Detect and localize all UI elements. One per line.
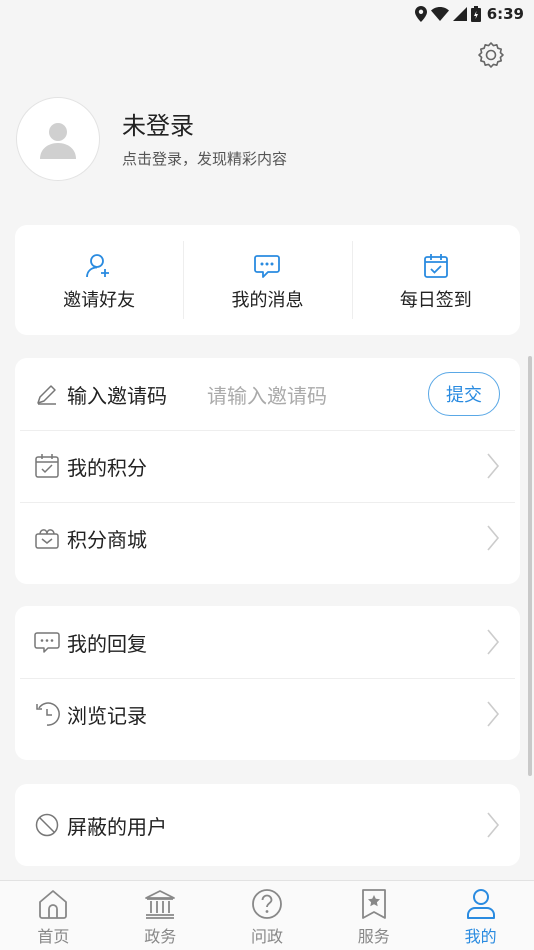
invite-code-row: 输入邀请码 请输入邀请码 提交 bbox=[15, 358, 520, 430]
avatar[interactable] bbox=[16, 97, 100, 181]
gift-icon bbox=[33, 524, 61, 552]
menu-item-points-mall[interactable]: 积分商城 bbox=[15, 502, 520, 574]
tab-home[interactable]: 首页 bbox=[0, 881, 107, 950]
profile-header[interactable]: 未登录 点击登录，发现精彩内容 bbox=[16, 96, 516, 182]
tab-services[interactable]: 服务 bbox=[320, 881, 427, 950]
pencil-icon bbox=[33, 380, 61, 408]
scrollbar[interactable] bbox=[528, 356, 532, 776]
chevron-right-icon bbox=[487, 525, 500, 551]
menu-item-label: 我的回复 bbox=[67, 631, 147, 656]
history-icon bbox=[33, 700, 61, 728]
quick-invite-friends[interactable]: 邀请好友 bbox=[15, 225, 183, 335]
invite-code-input[interactable]: 请输入邀请码 bbox=[207, 380, 327, 409]
profile-subtitle: 点击登录，发现精彩内容 bbox=[122, 149, 288, 168]
points-card: 输入邀请码 请输入邀请码 提交 我的积分 积分商城 bbox=[15, 358, 520, 584]
status-time: 6:39 bbox=[486, 5, 524, 23]
calendar-check-icon bbox=[423, 254, 448, 278]
chevron-right-icon bbox=[487, 812, 500, 838]
signal-icon bbox=[452, 7, 467, 21]
menu-item-label: 屏蔽的用户 bbox=[67, 814, 167, 839]
quick-daily-checkin[interactable]: 每日签到 bbox=[351, 225, 520, 335]
menu-item-blocked-users[interactable]: 屏蔽的用户 bbox=[15, 784, 520, 866]
block-icon bbox=[33, 811, 61, 839]
gear-icon bbox=[478, 42, 504, 68]
status-bar: 6:39 bbox=[0, 0, 534, 28]
menu-item-my-replies[interactable]: 我的回复 bbox=[15, 606, 520, 678]
tab-label: 问政 bbox=[250, 927, 283, 946]
menu-item-label: 浏览记录 bbox=[67, 703, 147, 728]
tab-label: 政务 bbox=[144, 927, 177, 946]
status-icons bbox=[414, 6, 481, 22]
submit-button[interactable]: 提交 bbox=[428, 372, 500, 416]
menu-item-browse-history[interactable]: 浏览记录 bbox=[15, 678, 520, 750]
invite-code-label: 输入邀请码 bbox=[67, 383, 167, 408]
settings-button[interactable] bbox=[476, 40, 506, 70]
chevron-right-icon bbox=[487, 629, 500, 655]
activity-card: 我的回复 浏览记录 bbox=[15, 606, 520, 760]
quick-label: 邀请好友 bbox=[63, 290, 136, 311]
tab-label: 首页 bbox=[37, 927, 70, 946]
battery-icon bbox=[470, 6, 481, 22]
tab-label: 服务 bbox=[357, 927, 390, 946]
privacy-card: 屏蔽的用户 bbox=[15, 784, 520, 866]
calendar-check-icon bbox=[33, 452, 61, 480]
profile-name: 未登录 bbox=[122, 111, 194, 140]
location-icon bbox=[414, 6, 427, 22]
user-icon bbox=[466, 889, 495, 919]
question-icon bbox=[252, 889, 282, 919]
tab-mine[interactable]: 我的 bbox=[427, 881, 534, 950]
chevron-right-icon bbox=[487, 701, 500, 727]
tab-inquiry[interactable]: 问政 bbox=[214, 881, 321, 950]
quick-actions-card: 邀请好友 我的消息 每日签到 bbox=[15, 225, 520, 335]
star-bookmark-icon bbox=[361, 889, 386, 919]
chevron-right-icon bbox=[487, 453, 500, 479]
menu-item-label: 积分商城 bbox=[67, 527, 147, 552]
bottom-tab-bar: 首页 政务 问政 服务 我的 bbox=[0, 880, 534, 950]
add-user-icon bbox=[86, 254, 110, 278]
quick-label: 我的消息 bbox=[231, 290, 304, 311]
menu-item-label: 我的积分 bbox=[67, 455, 147, 480]
comment-icon bbox=[33, 628, 61, 656]
home-icon bbox=[39, 890, 68, 919]
default-avatar-icon bbox=[40, 123, 76, 159]
government-icon bbox=[145, 890, 176, 919]
quick-label: 每日签到 bbox=[399, 290, 472, 311]
wifi-icon bbox=[430, 7, 449, 21]
message-icon bbox=[254, 255, 281, 278]
tab-government[interactable]: 政务 bbox=[107, 881, 214, 950]
profile-text: 未登录 点击登录，发现精彩内容 bbox=[122, 110, 287, 169]
tab-label: 我的 bbox=[464, 927, 497, 946]
quick-my-messages[interactable]: 我的消息 bbox=[183, 225, 351, 335]
menu-item-points[interactable]: 我的积分 bbox=[15, 430, 520, 502]
